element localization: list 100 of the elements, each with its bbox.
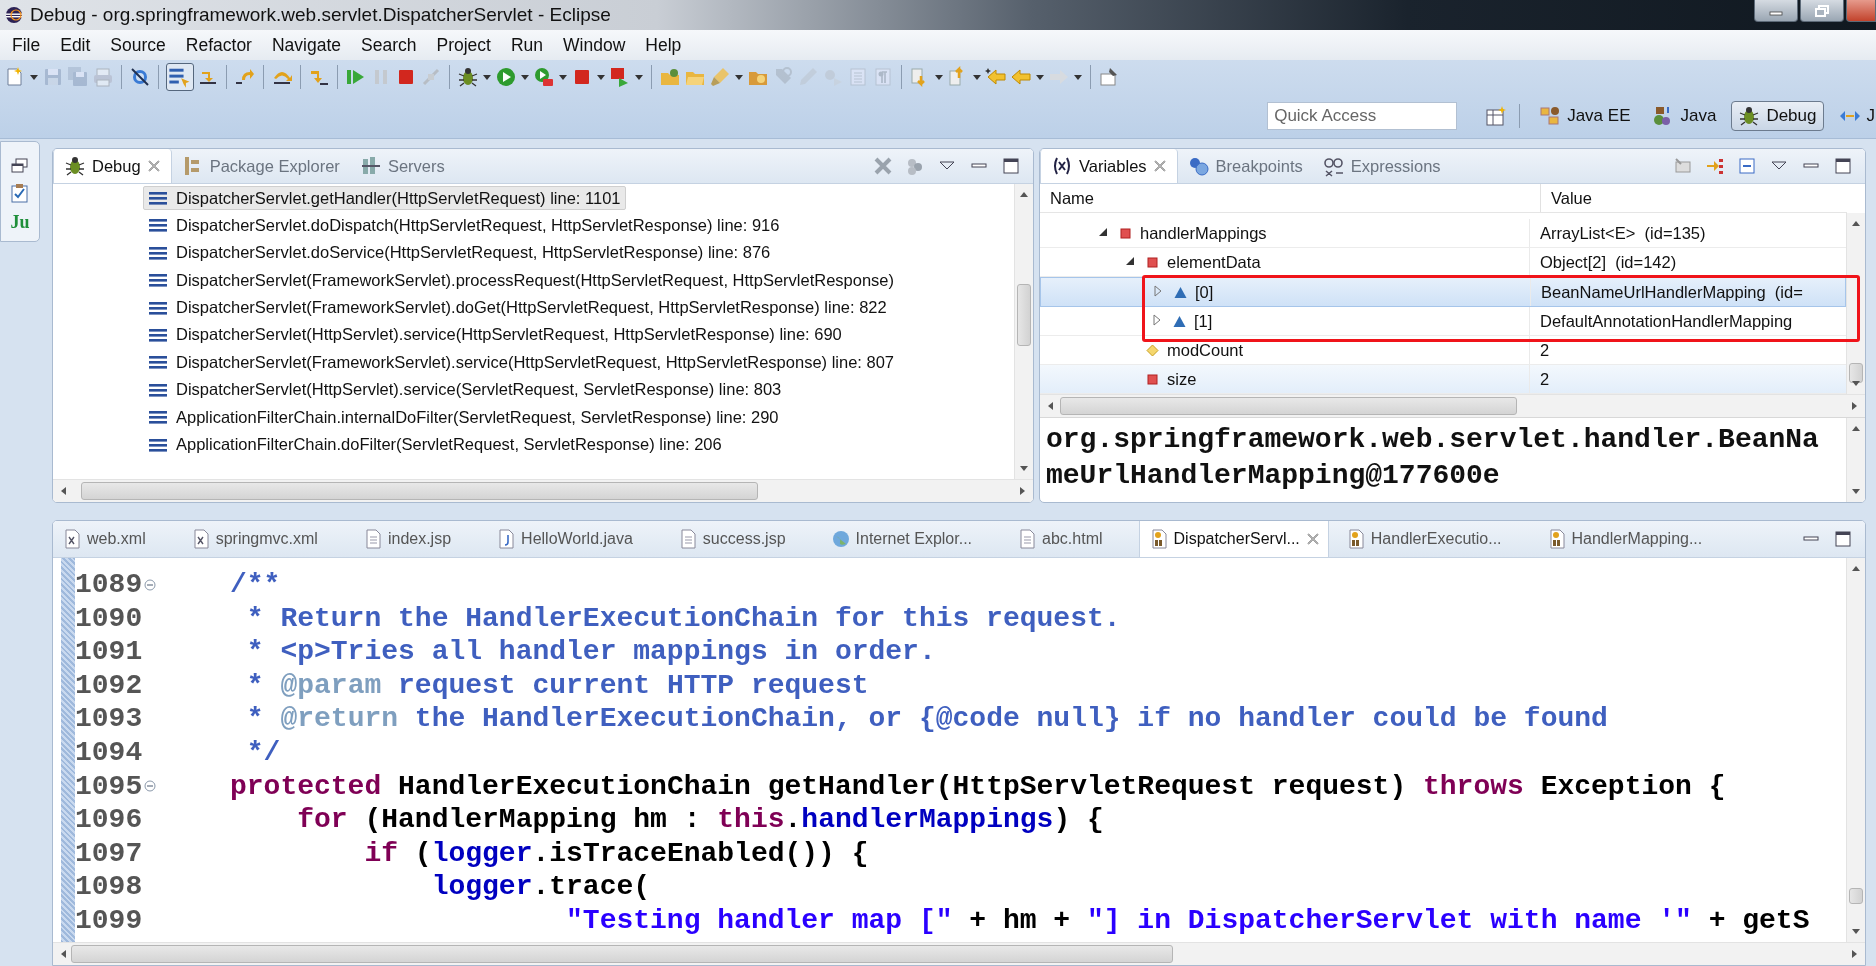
open-perspective-icon[interactable] <box>1485 105 1508 127</box>
stack-frame[interactable]: DispatcherServlet.doService(HttpServletRequest, HttpServletResponse) line: 876 <box>143 240 776 265</box>
step-filter-icon[interactable] <box>166 63 194 91</box>
menu-item[interactable]: Window <box>553 30 636 60</box>
collapse-all-icon[interactable] <box>1737 156 1757 176</box>
debug-icon[interactable] <box>457 66 479 88</box>
open-type-icon[interactable] <box>659 66 681 88</box>
show-type-names-icon[interactable] <box>1673 156 1693 176</box>
horizontal-scrollbar[interactable] <box>53 942 1865 965</box>
horizontal-scrollbar[interactable] <box>53 479 1033 502</box>
editor-tab[interactable]: DispatcherServl... <box>1138 521 1329 557</box>
dropdown-caret-icon[interactable] <box>596 73 606 81</box>
scrollbar-thumb[interactable] <box>1060 397 1517 415</box>
dropdown-caret-icon[interactable] <box>558 73 568 81</box>
maximize-icon[interactable] <box>1833 529 1853 549</box>
dropdown-caret-icon[interactable] <box>934 73 944 81</box>
scrollbar-thumb[interactable] <box>1849 888 1863 904</box>
run-icon[interactable] <box>495 66 517 88</box>
expanded-arrow-icon[interactable] <box>1097 226 1109 238</box>
editor-tab[interactable]: springmvc.xml <box>181 521 354 557</box>
threads-icon[interactable] <box>905 156 925 176</box>
remove-terminated-icon[interactable] <box>873 156 893 176</box>
dropdown-caret-icon[interactable] <box>29 73 39 81</box>
skip-breakpoints-icon[interactable] <box>129 66 151 88</box>
view-tab[interactable]: Variables <box>1040 149 1178 183</box>
dropdown-caret-icon[interactable] <box>1073 73 1083 81</box>
tree-row[interactable]: size 2 <box>1040 365 1846 394</box>
minimize-button[interactable] <box>1754 0 1798 22</box>
stack-frame[interactable]: ApplicationFilterChain.doFilter(ServletRequest, ServletResponse) line: 206 <box>143 432 727 457</box>
menu-item[interactable]: Help <box>635 30 692 60</box>
vertical-scrollbar[interactable] <box>1846 418 1865 502</box>
pin-icon[interactable] <box>1098 66 1120 88</box>
collapsed-arrow-icon[interactable] <box>1151 314 1163 326</box>
view-tab[interactable]: Debug <box>53 149 172 183</box>
stack-frame[interactable]: DispatcherServlet(FrameworkServlet).doGet(HttpServletRequest, HttpServletResponse) line: 822 <box>143 295 892 320</box>
menu-item[interactable]: Project <box>426 30 501 60</box>
tasks-icon[interactable] <box>9 182 31 204</box>
tree-row[interactable]: [0] BeanNameUrlHandlerMapping (id= <box>1040 277 1846 307</box>
quick-access-field[interactable]: Quick Access <box>1267 102 1458 130</box>
stack-frame[interactable]: ApplicationFilterChain.internalDoFilter(ServletRequest, ServletResponse) line: 290 <box>143 405 784 430</box>
menu-item[interactable]: Source <box>100 30 176 60</box>
dropdown-caret-icon[interactable] <box>1035 73 1045 81</box>
tree-row[interactable]: handlerMappings ArrayList<E> (id=135) <box>1040 219 1846 248</box>
editor-tab[interactable]: index.jsp <box>353 521 488 557</box>
menu-item[interactable]: File <box>2 30 51 60</box>
close-icon[interactable] <box>1152 159 1167 173</box>
dropdown-caret-icon[interactable] <box>972 73 982 81</box>
dropdown-caret-icon[interactable] <box>520 73 530 81</box>
menu-item[interactable]: Navigate <box>261 30 352 60</box>
menu-item[interactable]: Refactor <box>175 30 262 60</box>
editor-tab[interactable]: success.jsp <box>668 521 822 557</box>
perspective-button[interactable]: J <box>1831 101 1876 131</box>
expanded-arrow-icon[interactable] <box>1124 255 1136 267</box>
menu-item[interactable]: Search <box>351 30 427 60</box>
vertical-scrollbar[interactable] <box>1014 184 1033 479</box>
scrollbar-thumb[interactable] <box>71 945 1173 963</box>
menu-item[interactable]: Edit <box>50 30 101 60</box>
dropdown-caret-icon[interactable] <box>482 73 492 81</box>
editor-tab[interactable]: abc.html <box>1008 521 1139 557</box>
view-tab[interactable]: Expressions <box>1312 149 1451 183</box>
stack-frame[interactable]: DispatcherServlet(HttpServlet).service(ServletRequest, ServletResponse) line: 803 <box>143 377 787 402</box>
view-tab[interactable]: Breakpoints <box>1177 149 1313 183</box>
vertical-scrollbar[interactable] <box>1846 213 1865 394</box>
scrollbar-thumb[interactable] <box>1017 284 1031 346</box>
dropdown-caret-icon[interactable] <box>734 73 744 81</box>
editor-tab[interactable]: HelloWorld.java <box>487 521 669 557</box>
menu-item[interactable]: Run <box>500 30 554 60</box>
close-icon[interactable] <box>1305 532 1320 546</box>
dropdown-caret-icon[interactable] <box>634 73 644 81</box>
perspective-button[interactable]: Java EE <box>1532 101 1638 131</box>
column-header[interactable]: Name <box>1040 184 1541 212</box>
scrollbar-thumb[interactable] <box>81 482 758 500</box>
perspective-button[interactable]: Debug <box>1731 101 1824 131</box>
logical-structure-icon[interactable] <box>1705 156 1725 176</box>
last-edit-icon[interactable] <box>985 66 1007 88</box>
stack-frame[interactable]: DispatcherServlet.getHandler(HttpServletRequest) line: 1101 <box>143 186 626 210</box>
close-button[interactable] <box>1846 0 1876 22</box>
restore-view-icon[interactable] <box>11 158 29 174</box>
maximize-button[interactable] <box>1800 0 1844 22</box>
close-icon[interactable] <box>146 159 161 173</box>
stack-frame[interactable]: DispatcherServlet(FrameworkServlet).processRequest(HttpServletRequest, HttpServletResponse) <box>143 268 900 293</box>
scrollbar-thumb[interactable] <box>1849 363 1863 383</box>
coverage-icon[interactable] <box>533 66 555 88</box>
editor-tab[interactable]: HandlerExecutio... <box>1336 521 1538 557</box>
maximize-icon[interactable] <box>1001 156 1021 176</box>
stack-frame[interactable]: DispatcherServlet(FrameworkServlet).service(HttpServletRequest, HttpServletResponse) line: 807 <box>143 350 900 375</box>
tree-row[interactable]: [1] DefaultAnnotationHandlerMapping <box>1040 307 1846 336</box>
stack-frame[interactable]: DispatcherServlet.doDispatch(HttpServletRequest, HttpServletResponse) line: 916 <box>143 213 785 238</box>
vertical-scrollbar[interactable] <box>1846 558 1865 942</box>
view-tab[interactable]: Servers <box>349 149 455 183</box>
stack-frame[interactable]: DispatcherServlet(HttpServlet).service(HttpServletRequest, HttpServletResponse) line: 690 <box>143 322 847 347</box>
collapsed-arrow-icon[interactable] <box>1152 285 1164 297</box>
horizontal-scrollbar[interactable] <box>1040 394 1865 417</box>
editor-tab[interactable]: Internet Explor... <box>821 521 1009 557</box>
collapse-fold-icon[interactable] <box>144 578 157 591</box>
collapse-fold-icon[interactable] <box>144 780 157 793</box>
editor-tab[interactable]: web.xml <box>53 521 182 557</box>
maximize-icon[interactable] <box>1833 156 1853 176</box>
perspective-button[interactable]: Java <box>1645 101 1724 131</box>
junit-icon[interactable]: Ju <box>10 212 30 233</box>
